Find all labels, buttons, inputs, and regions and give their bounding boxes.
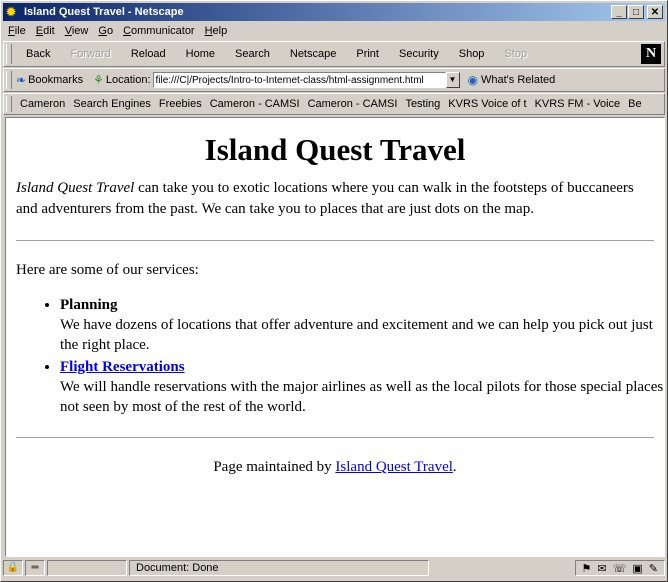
whats-related-label: What's Related <box>481 74 556 86</box>
flight-reservations-link[interactable]: Flight Reservations <box>60 359 185 375</box>
menu-view[interactable]: View <box>60 25 94 37</box>
intro-paragraph: Island Quest Travel can take you to exot… <box>16 178 654 220</box>
personal-link[interactable]: Testing <box>401 98 444 110</box>
personal-link[interactable]: Cameron - CAMSI <box>206 98 304 110</box>
divider <box>16 437 654 439</box>
services-intro: Here are some of our services: <box>16 262 199 278</box>
addressbook-icon[interactable]: ▣ <box>632 562 642 575</box>
divider <box>16 240 654 242</box>
security-lock-icon[interactable]: 🔒 <box>3 560 23 576</box>
netscape-app-icon: ✹ <box>6 5 17 19</box>
browser-window: ✹ Island Quest Travel - Netscape _ □ ✕ F… <box>0 0 668 582</box>
url-field[interactable]: file:///C|/Projects/Intro-to-Internet-cl… <box>152 72 446 88</box>
shop-button[interactable]: Shop <box>449 48 495 60</box>
service-desc: We will handle reservations with the maj… <box>60 379 664 415</box>
footer-end: . <box>452 459 457 475</box>
whats-related-button[interactable]: ◉ What's Related <box>468 73 556 87</box>
personal-link[interactable]: Cameron - CAMSI <box>304 98 402 110</box>
window-title: Island Quest Travel - Netscape <box>24 6 184 18</box>
close-button[interactable]: ✕ <box>647 5 663 19</box>
stop-button[interactable]: Stop <box>494 48 537 60</box>
service-title: Planning <box>60 297 118 313</box>
service-item: Planning We have dozens of locations tha… <box>60 295 664 355</box>
status-text: Document: Done <box>129 560 429 576</box>
menu-bar: File Edit View Go Communicator Help <box>3 22 665 40</box>
personal-toolbar: Cameron Search Engines Freebies Cameron … <box>3 93 665 115</box>
personal-link[interactable]: Search Engines <box>69 98 155 110</box>
intro-company-name: Island Quest Travel <box>16 180 135 196</box>
toolbar-grip[interactable] <box>6 96 12 112</box>
location-icon[interactable]: ⚘ <box>93 73 104 87</box>
progress-bar <box>47 560 127 576</box>
bookmarks-icon: ❧ <box>16 73 27 87</box>
menu-edit[interactable]: Edit <box>31 25 60 37</box>
back-button[interactable]: Back <box>16 48 60 60</box>
footer-text: Page maintained by <box>213 459 336 475</box>
component-bar: ⚑ ✉ ☏ ▣ ✎ <box>574 560 665 576</box>
reload-button[interactable]: Reload <box>121 48 176 60</box>
page-heading: Island Quest Travel <box>204 132 466 167</box>
footer-link[interactable]: Island Quest Travel <box>335 459 453 475</box>
location-toolbar: ❧ Bookmarks ⚘ Location: file:///C|/Proje… <box>3 68 665 92</box>
home-button[interactable]: Home <box>176 48 225 60</box>
netscape-button[interactable]: Netscape <box>280 48 346 60</box>
whats-related-icon: ◉ <box>467 73 478 87</box>
minimize-button[interactable]: _ <box>611 5 627 19</box>
personal-link[interactable]: Cameron <box>16 98 69 110</box>
url-dropdown-button[interactable]: ▼ <box>445 72 460 88</box>
status-bar: 🔒 ═ Document: Done ⚑ ✉ ☏ ▣ ✎ <box>3 558 665 578</box>
menu-communicator[interactable]: Communicator <box>118 25 200 37</box>
maximize-button[interactable]: □ <box>628 5 644 19</box>
connection-icon: ═ <box>25 560 45 576</box>
location-label: Location: <box>105 74 151 86</box>
print-button[interactable]: Print <box>346 48 389 60</box>
composer-icon[interactable]: ✎ <box>649 562 658 575</box>
bookmarks-button[interactable]: ❧ Bookmarks <box>16 73 93 87</box>
personal-link[interactable]: Freebies <box>155 98 206 110</box>
page-content[interactable]: Island Quest Travel Island Quest Travel … <box>5 117 665 557</box>
bookmarks-label: Bookmarks <box>28 74 84 86</box>
navigator-icon[interactable]: ⚑ <box>582 562 592 575</box>
personal-link[interactable]: Be <box>624 98 645 110</box>
personal-link[interactable]: KVRS FM - Voice <box>531 98 625 110</box>
forward-button[interactable]: Forward <box>60 48 120 60</box>
menu-file[interactable]: File <box>3 25 31 37</box>
service-desc: We have dozens of locations that offer a… <box>60 317 653 353</box>
menu-go[interactable]: Go <box>93 25 118 37</box>
search-button[interactable]: Search <box>225 48 280 60</box>
page-footer: Page maintained by Island Quest Travel. <box>6 459 664 476</box>
personal-link[interactable]: KVRS Voice of t <box>444 98 530 110</box>
menu-help[interactable]: Help <box>200 25 233 37</box>
navigation-toolbar: Back Forward Reload Home Search Netscape… <box>3 41 665 67</box>
netscape-logo[interactable]: N <box>641 44 661 64</box>
security-button[interactable]: Security <box>389 48 449 60</box>
service-item: Flight Reservations We will handle reser… <box>60 357 664 417</box>
newsgroups-icon[interactable]: ☏ <box>613 562 627 575</box>
services-list: Planning We have dozens of locations tha… <box>6 295 664 417</box>
toolbar-grip[interactable] <box>6 44 12 64</box>
mail-icon[interactable]: ✉ <box>597 562 606 575</box>
title-bar[interactable]: ✹ Island Quest Travel - Netscape _ □ ✕ <box>3 3 665 21</box>
toolbar-grip[interactable] <box>6 71 12 89</box>
